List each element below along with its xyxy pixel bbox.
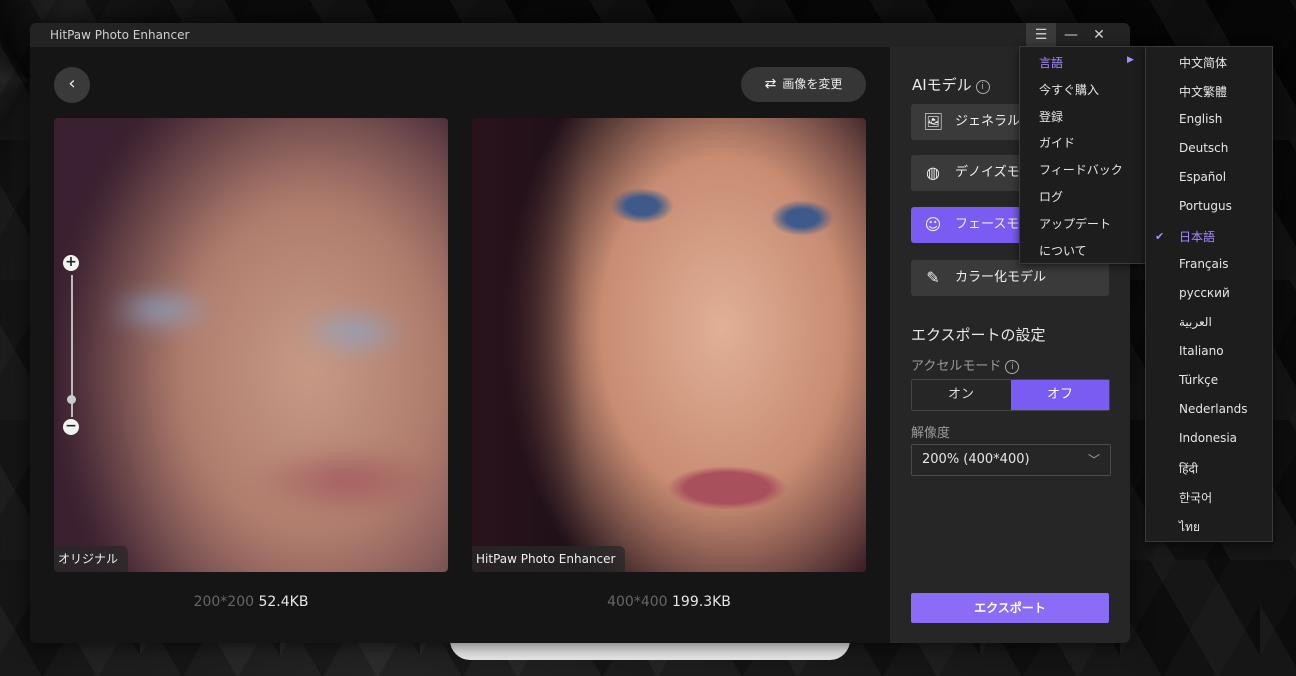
language-item[interactable]: ไทย (1179, 518, 1200, 537)
zoom-handle[interactable] (67, 395, 76, 404)
menu-item-about[interactable]: について (1039, 242, 1087, 259)
language-item-selected[interactable]: 日本語 (1179, 228, 1215, 245)
minimize-icon[interactable]: — (1056, 23, 1086, 47)
original-photo (54, 118, 448, 572)
language-item[interactable]: русский (1179, 286, 1230, 300)
denoise-icon: ◍ (926, 163, 940, 182)
zoom-slider[interactable]: + − (63, 255, 81, 439)
export-settings-title: エクスポートの設定 (911, 326, 1046, 344)
face-icon: ☺ (924, 215, 942, 234)
colorize-icon: ✎ (926, 268, 940, 287)
window-title: HitPaw Photo Enhancer (50, 28, 190, 42)
menu-item-register[interactable]: 登録 (1039, 108, 1063, 125)
language-item[interactable]: Français (1179, 257, 1228, 271)
menu-item-buy[interactable]: 今すぐ購入 (1039, 81, 1099, 98)
language-item[interactable]: 中文简体 (1179, 54, 1227, 71)
swap-icon: ⇄ (764, 76, 777, 92)
submenu-arrow-icon: ▶ (1127, 55, 1134, 65)
language-item[interactable]: Deutsch (1179, 141, 1228, 155)
model-label: フェースモ (955, 217, 1020, 232)
original-dimensions: 200*200 (193, 594, 255, 610)
resolution-value: 200% (400*400) (922, 452, 1030, 467)
original-image: オリジナル (54, 118, 448, 572)
menu-item-guide[interactable]: ガイド (1039, 134, 1075, 151)
zoom-in-icon[interactable]: + (63, 255, 79, 271)
enhanced-photo (472, 118, 866, 572)
app-window: HitPaw Photo Enhancer ☰ — ✕ ‹ ⇄ 画像を変更 オリジ… (30, 23, 1130, 643)
export-button[interactable]: エクスポート (911, 593, 1109, 623)
accel-off-button[interactable]: オフ (1011, 380, 1109, 410)
back-button[interactable]: ‹ (54, 67, 90, 103)
title-bar: HitPaw Photo Enhancer ☰ — ✕ (30, 23, 1130, 47)
language-item[interactable]: 한국어 (1179, 489, 1212, 506)
image-icon: 🖼 (923, 112, 944, 131)
language-menu: 中文简体 中文繁體 English Deutsch Español Portug… (1145, 46, 1273, 542)
preview-area: ‹ ⇄ 画像を変更 オリジナル HitPaw Photo Enhancer + −… (30, 47, 890, 643)
accel-mode-text: アクセルモード (911, 359, 1002, 374)
enhanced-label: HitPaw Photo Enhancer (472, 546, 626, 572)
accel-mode-toggle: オン オフ (911, 379, 1110, 411)
close-icon[interactable]: ✕ (1084, 23, 1114, 47)
menu-item-log[interactable]: ログ (1039, 188, 1063, 205)
resolution-label: 解像度 (911, 426, 951, 441)
language-item[interactable]: English (1179, 112, 1222, 126)
menu-icon[interactable]: ☰ (1026, 23, 1056, 47)
original-filesize: 52.4KB (258, 594, 309, 610)
menu-item-language[interactable]: 言語 (1039, 54, 1063, 71)
info-icon[interactable]: i (975, 80, 990, 94)
accel-mode-label: アクセルモード i (911, 355, 1020, 374)
language-item[interactable]: Italiano (1179, 344, 1224, 358)
enhanced-filesize: 199.3KB (672, 594, 731, 610)
language-item[interactable]: Nederlands (1179, 402, 1247, 416)
menu-item-feedback[interactable]: フィードバック (1039, 161, 1123, 178)
language-item[interactable]: العربية (1179, 315, 1212, 329)
model-colorize-button[interactable]: ✎ カラー化モデル (911, 260, 1109, 296)
ai-model-title: AIモデル (912, 76, 972, 94)
enhanced-image: HitPaw Photo Enhancer (472, 118, 866, 572)
original-size-info: 200*200 52.4KB (54, 594, 448, 610)
main-menu: 言語 ▶ 今すぐ購入 登録 ガイド フィードバック ログ アップデート について (1019, 46, 1147, 264)
original-label: オリジナル (54, 546, 129, 572)
ai-model-heading: AIモデル i (912, 74, 990, 95)
check-icon: ✔ (1155, 230, 1165, 243)
language-item[interactable]: हिंदी (1179, 460, 1198, 477)
language-item[interactable]: Türkçe (1179, 373, 1218, 387)
model-label: カラー化モデル (955, 270, 1047, 285)
language-item[interactable]: 中文繁體 (1179, 83, 1227, 100)
info-icon[interactable]: i (1005, 360, 1020, 374)
change-image-label: 画像を変更 (782, 77, 843, 91)
chevron-down-icon: ﹀ (1087, 453, 1100, 467)
language-item[interactable]: Portugus (1179, 199, 1232, 213)
model-label: デノイズモ (955, 165, 1020, 180)
accel-on-button[interactable]: オン (912, 380, 1010, 410)
enhanced-size-info: 400*400 199.3KB (472, 594, 866, 610)
menu-item-update[interactable]: アップデート (1039, 215, 1111, 232)
enhanced-dimensions: 400*400 (607, 594, 668, 610)
back-arrow-icon: ‹ (68, 73, 76, 94)
language-item[interactable]: Español (1179, 170, 1226, 184)
language-item[interactable]: Indonesia (1179, 431, 1237, 445)
zoom-out-icon[interactable]: − (63, 419, 79, 435)
resolution-select[interactable]: 200% (400*400) ﹀ (911, 444, 1111, 476)
change-image-button[interactable]: ⇄ 画像を変更 (741, 67, 866, 102)
